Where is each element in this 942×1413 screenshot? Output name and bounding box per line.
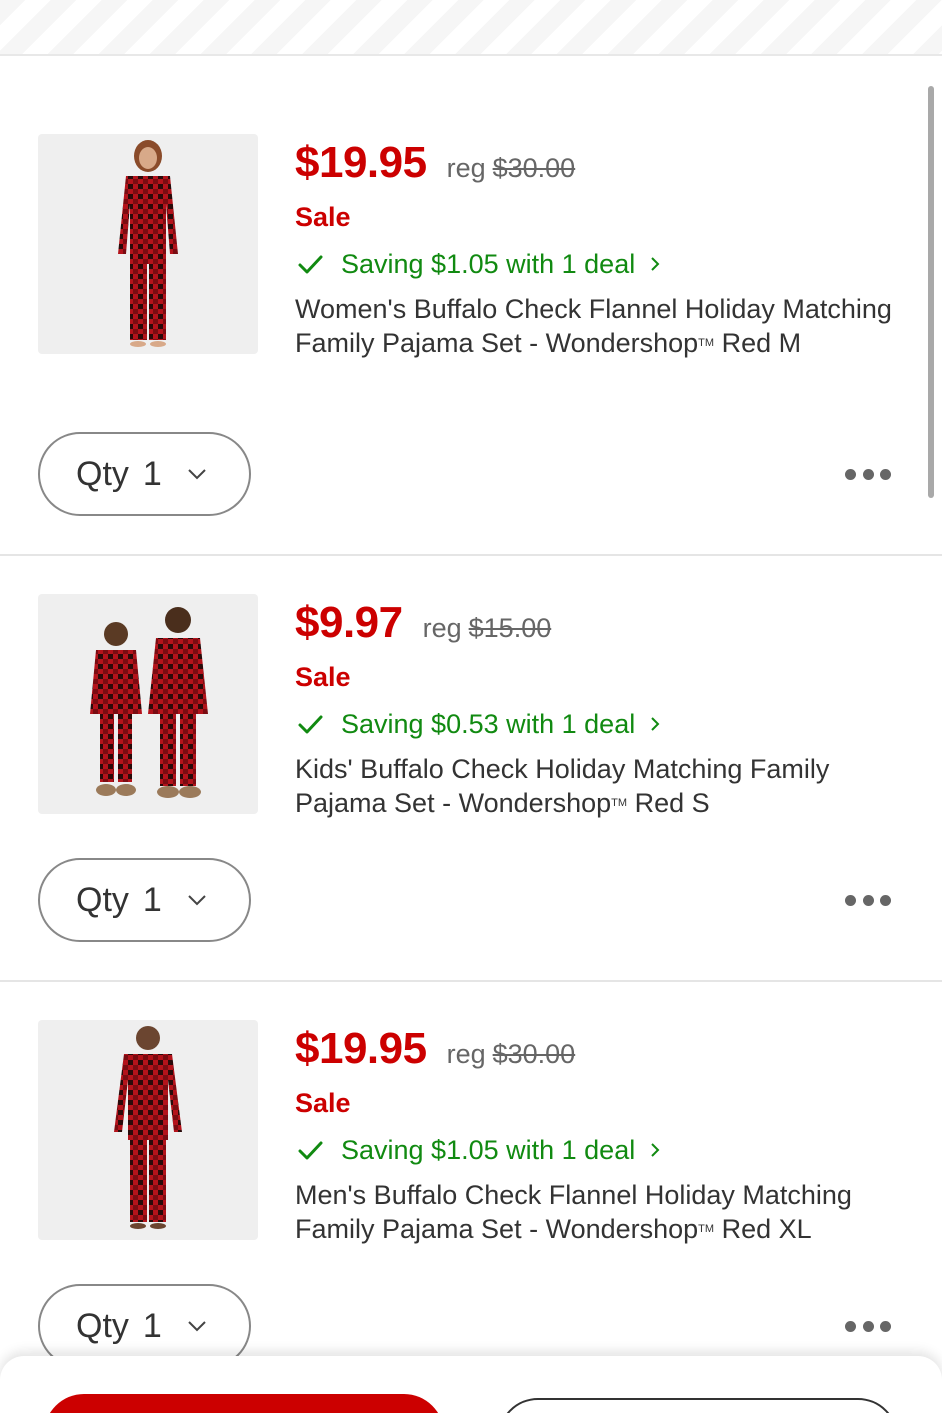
regular-price-label: reg $30.00 [447,153,576,184]
regular-price-label: reg $30.00 [447,1039,576,1070]
deal-link[interactable]: Saving $1.05 with 1 deal [295,1132,902,1168]
more-options-button[interactable] [845,467,891,481]
more-options-button[interactable] [845,1319,891,1333]
product-image-man [114,1026,182,1229]
product-image-kids [90,607,208,798]
more-dot [862,894,874,906]
reg-label: reg [446,1039,486,1069]
sale-price: $19.95 [295,138,427,187]
more-dot [845,894,856,906]
chevron-down-icon [188,1321,206,1332]
more-dot [862,1320,874,1332]
chevron-right-icon [651,257,660,271]
check-icon [298,715,323,734]
qty-value: 1 [142,1306,162,1345]
product-info: $9.97 reg $15.00 Sale Saving $0.53 with 1… [295,598,902,820]
more-dot [880,468,891,480]
product-variant: Red XL [721,1214,812,1244]
deal-text: Saving $1.05 with 1 deal [341,1134,636,1165]
sale-price: $19.95 [295,1024,427,1073]
cart-item: $19.95 reg $30.00 Sale Saving $1.05 with … [0,982,942,1408]
qty-label: Qty [76,1306,129,1345]
deal-text: Saving $1.05 with 1 deal [341,248,636,279]
checkout-bottom-sheet [0,1356,942,1413]
more-dot [845,1320,856,1332]
regular-price: $30.00 [492,153,576,183]
sale-badge: Sale [295,1088,351,1118]
product-info: $19.95 reg $30.00 Sale Saving $1.05 with … [295,138,902,360]
product-title[interactable]: Women's Buffalo Check Flannel Holiday Ma… [295,292,902,360]
quantity-selector[interactable]: Qty 1 [38,432,251,516]
check-icon [298,1141,323,1160]
cart-item: $19.95 reg $30.00 Sale Saving $1.05 with … [0,56,942,556]
sale-badge: Sale [295,202,351,232]
regular-price: $15.00 [468,613,552,643]
more-dot [880,1320,891,1332]
chevron-right-icon [651,1143,660,1157]
more-dot [880,894,891,906]
product-title-text: Women's Buffalo Check Flannel Holiday Ma… [295,294,892,358]
reg-label: reg [446,153,486,183]
price-row: $19.95 reg $30.00 [295,1024,902,1080]
qty-value: 1 [142,454,162,493]
more-options-button[interactable] [845,893,891,907]
reg-label: reg [422,613,462,643]
checkout-button[interactable] [44,1394,444,1413]
more-dot [862,468,874,480]
deal-link[interactable]: Saving $0.53 with 1 deal [295,706,902,742]
chevron-down-icon [188,469,206,480]
more-dot [845,468,856,480]
header-banner-pattern [0,0,942,56]
sale-badge: Sale [295,662,351,692]
product-image[interactable] [38,134,258,354]
secondary-action-button[interactable] [498,1398,898,1413]
deal-text: Saving $0.53 with 1 deal [341,708,636,739]
product-title-text: Kids' Buffalo Check Holiday Matching Fam… [295,754,830,818]
cart-item: $9.97 reg $15.00 Sale Saving $0.53 with 1… [0,556,942,982]
product-image[interactable] [38,1020,258,1240]
product-variant: Red S [634,788,710,818]
trademark: TM [611,797,628,809]
chevron-down-icon [188,895,206,906]
trademark: TM [698,1223,715,1235]
trademark: TM [698,337,715,349]
check-icon [298,255,323,274]
price-row: $9.97 reg $15.00 [295,598,902,654]
qty-label: Qty [76,454,129,493]
product-image[interactable] [38,594,258,814]
product-variant: Red M [721,328,802,358]
sale-price: $9.97 [295,598,403,647]
price-row: $19.95 reg $30.00 [295,138,902,194]
regular-price-label: reg $15.00 [423,613,552,644]
deal-link[interactable]: Saving $1.05 with 1 deal [295,246,902,282]
product-title[interactable]: Men's Buffalo Check Flannel Holiday Matc… [295,1178,902,1246]
product-info: $19.95 reg $30.00 Sale Saving $1.05 with … [295,1024,902,1246]
quantity-selector[interactable]: Qty 1 [38,858,251,942]
scrollbar[interactable] [928,86,934,498]
chevron-right-icon [651,717,660,731]
product-title[interactable]: Kids' Buffalo Check Holiday Matching Fam… [295,752,902,820]
regular-price: $30.00 [492,1039,576,1069]
qty-label: Qty [76,880,129,919]
qty-value: 1 [142,880,162,919]
product-image-woman [118,140,178,347]
